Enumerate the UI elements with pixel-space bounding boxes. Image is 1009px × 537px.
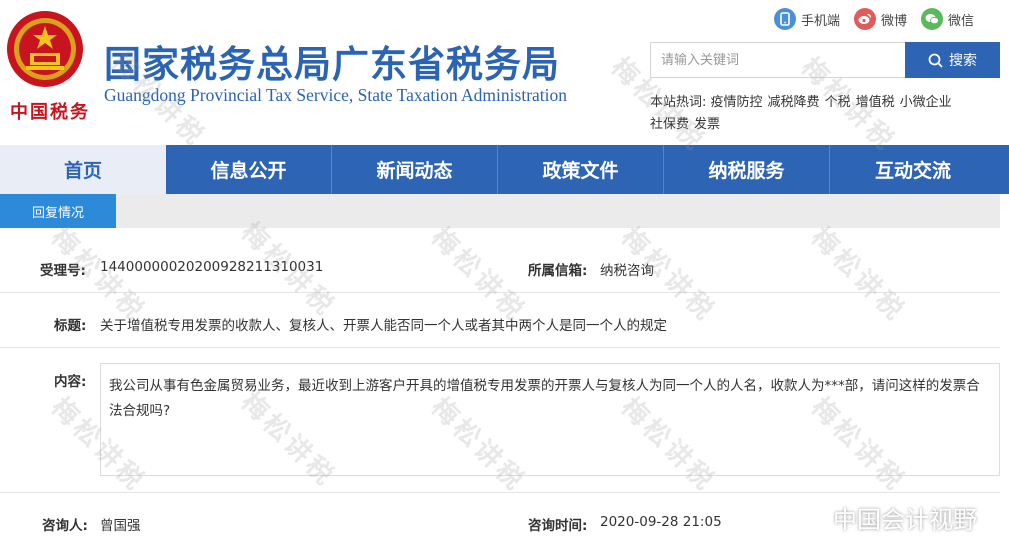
hot-keyword[interactable]: 社保费 xyxy=(650,117,689,132)
weibo-link-label: 微博 xyxy=(881,13,908,29)
ask-time-value: 2020-09-28 21:05 xyxy=(600,514,722,530)
hot-keyword[interactable]: 发票 xyxy=(694,117,720,132)
asker-value: 曾国强 xyxy=(100,518,141,534)
site-header: 中国税务 国家税务总局广东省税务局 Guangdong Provincial T… xyxy=(0,0,1009,145)
tab-reply-status[interactable]: 回复情况 xyxy=(0,194,116,228)
hot-keywords-label: 本站热词: xyxy=(650,95,707,110)
hot-keywords: 本站热词: 疫情防控 减税降费 个税 增值税 小微企业社保费 发票 xyxy=(650,92,995,136)
source-badge-label: 中国会计视野 xyxy=(833,506,977,534)
mailbox-value: 纳税咨询 xyxy=(600,263,654,279)
nav-home[interactable]: 首页 xyxy=(0,145,166,194)
content-label: 内容: xyxy=(54,374,87,390)
title-label: 标题: xyxy=(54,318,87,334)
divider xyxy=(0,292,1000,293)
nav-tax-service[interactable]: 纳税服务 xyxy=(664,145,830,194)
nav-news[interactable]: 新闻动态 xyxy=(332,145,498,194)
divider xyxy=(0,347,1000,348)
national-emblem-icon xyxy=(7,11,83,87)
ask-time-label: 咨询时间: xyxy=(528,518,588,534)
top-links: 手机端 微博 微信 xyxy=(774,8,988,30)
mobile-link-label: 手机端 xyxy=(801,13,841,29)
source-badge: 中国会计视野 xyxy=(793,500,977,535)
nav-info-disclosure[interactable]: 信息公开 xyxy=(166,145,332,194)
hot-keyword[interactable]: 减税降费 xyxy=(768,95,820,110)
hot-keyword[interactable]: 增值税 xyxy=(856,95,895,110)
nav-policy[interactable]: 政策文件 xyxy=(498,145,664,194)
hot-keyword[interactable]: 疫情防控 xyxy=(711,95,763,110)
case-id-label: 受理号: xyxy=(40,263,86,279)
wechat-link-label: 微信 xyxy=(948,13,975,29)
weibo-icon xyxy=(854,8,877,30)
search-box: 搜索 xyxy=(650,42,1000,78)
mobile-icon xyxy=(774,8,796,30)
search-input[interactable] xyxy=(650,42,905,78)
hot-keyword[interactable]: 小微企业 xyxy=(900,95,952,110)
weibo-link[interactable]: 微博 xyxy=(854,8,907,30)
watermark: 梅松讲税 xyxy=(425,222,532,329)
search-button[interactable]: 搜索 xyxy=(905,42,1000,78)
watermark: 梅松讲税 xyxy=(805,222,912,329)
asker-label: 咨询人: xyxy=(42,518,88,534)
search-icon xyxy=(928,53,943,68)
sub-tab-bar: 回复情况 xyxy=(0,194,1000,228)
divider xyxy=(0,492,1000,493)
case-id-value: 14400000020200928211310031 xyxy=(100,259,324,275)
search-button-label: 搜索 xyxy=(949,53,977,69)
weibo-icon xyxy=(793,505,828,531)
emblem-caption: 中国税务 xyxy=(10,102,90,123)
mailbox-label: 所属信箱: xyxy=(528,263,588,279)
content-box: 我公司从事有色金属贸易业务，最近收到上游客户开具的增值税专用发票的开票人与复核人… xyxy=(100,363,1000,476)
wechat-link[interactable]: 微信 xyxy=(921,8,974,30)
nav-interaction[interactable]: 互动交流 xyxy=(830,145,996,194)
wechat-icon xyxy=(921,8,944,30)
title-value: 关于增值税专用发票的收款人、复核人、开票人能否同一个人或者其中两个人是同一个人的… xyxy=(100,318,667,334)
site-title[interactable]: 国家税务总局广东省税务局 xyxy=(104,34,560,88)
mobile-link[interactable]: 手机端 xyxy=(774,8,840,30)
hot-keyword[interactable]: 个税 xyxy=(825,95,851,110)
site-subtitle: Guangdong Provincial Tax Service, State … xyxy=(104,85,568,105)
main-nav: 首页 信息公开 新闻动态 政策文件 纳税服务 互动交流 xyxy=(0,145,1009,194)
